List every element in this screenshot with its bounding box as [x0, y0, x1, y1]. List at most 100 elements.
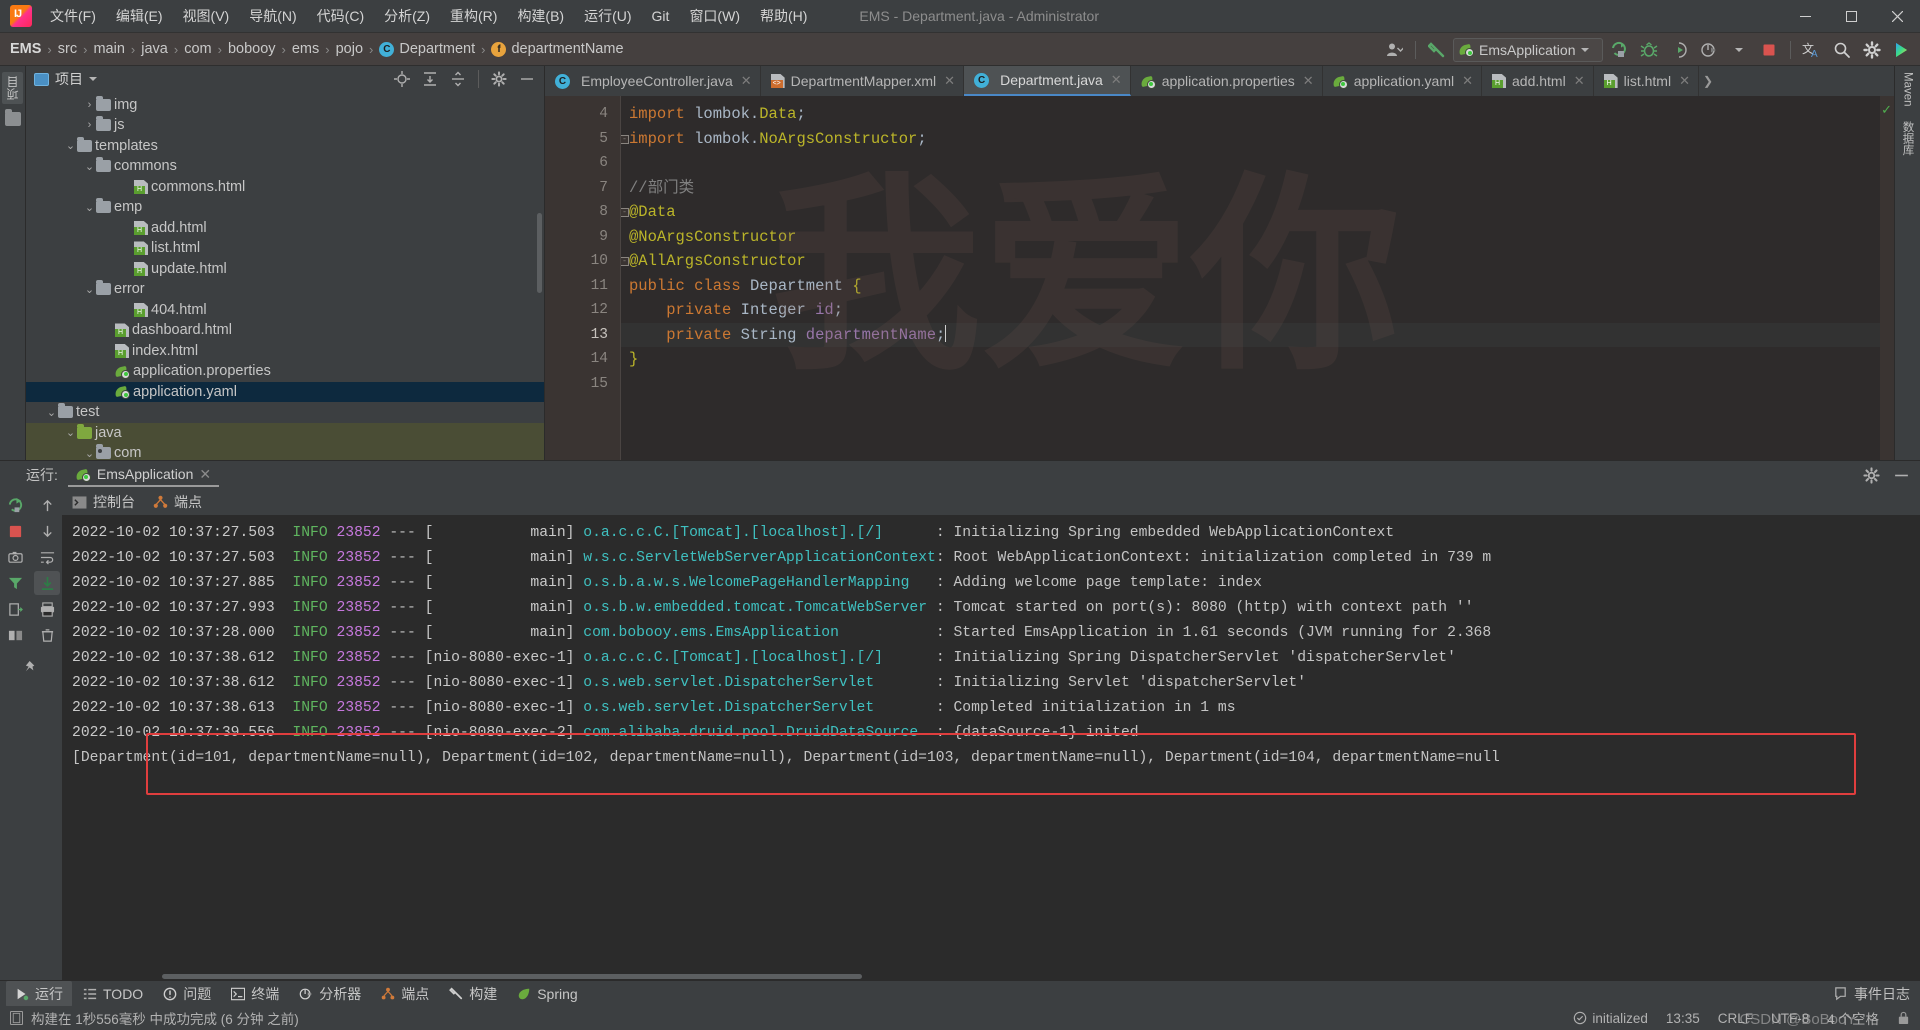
build-hammer-icon[interactable]: [1423, 37, 1451, 63]
close-icon[interactable]: ✕: [1462, 73, 1473, 89]
line-number[interactable]: 7: [545, 176, 620, 201]
run-with-coverage-icon[interactable]: [1665, 37, 1693, 63]
tool-window-run[interactable]: 运行: [6, 980, 72, 1007]
code-line[interactable]: import lombok.NoArgsConstructor;: [621, 127, 1880, 152]
expand-all-icon[interactable]: [417, 68, 443, 90]
console-tab-console[interactable]: 控制台: [72, 492, 135, 512]
rerun-icon[interactable]: [2, 493, 28, 517]
close-icon[interactable]: ✕: [1111, 72, 1122, 88]
code-line[interactable]: //部门类: [621, 176, 1880, 201]
close-icon[interactable]: ✕: [1679, 73, 1690, 89]
line-number[interactable]: 15: [545, 372, 620, 397]
line-number[interactable]: 10-: [545, 249, 629, 274]
menu-refactor[interactable]: 重构(R): [440, 2, 507, 30]
breadcrumb-departmentname[interactable]: f departmentName: [491, 41, 624, 57]
tree-node[interactable]: Hcommons.html: [26, 177, 544, 198]
line-number[interactable]: 12: [545, 298, 620, 323]
editor-tab-bar[interactable]: C EmployeeController.java ✕ <> DepartmentMap…: [545, 66, 1894, 96]
menu-git[interactable]: Git: [642, 4, 680, 28]
tree-node[interactable]: ⌄ error: [26, 279, 544, 300]
tree-node[interactable]: application.yaml: [26, 381, 544, 403]
tree-node[interactable]: ⌄ com: [26, 443, 544, 460]
close-icon[interactable]: ✕: [199, 466, 211, 483]
console-horizontal-scrollbar[interactable]: [62, 973, 1920, 980]
tool-window-terminal[interactable]: 终端: [222, 981, 288, 1007]
tree-node[interactable]: H 404.html: [26, 300, 544, 321]
code-line[interactable]: private Integer id;: [621, 298, 1880, 323]
tool-window-build[interactable]: 构建: [440, 981, 506, 1007]
code-line[interactable]: }: [621, 347, 1880, 372]
menu-build[interactable]: 构建(B): [507, 2, 574, 30]
stop-icon[interactable]: [1755, 37, 1783, 63]
breadcrumb-src[interactable]: src: [58, 41, 77, 57]
breadcrumb-department[interactable]: C Department: [379, 41, 475, 57]
chevron-down-icon[interactable]: ⌄: [83, 447, 96, 460]
status-indent[interactable]: 4 个空格: [1827, 1008, 1879, 1028]
line-number[interactable]: 6: [545, 151, 620, 176]
tree-node[interactable]: Hindex.html: [26, 341, 544, 362]
tree-node[interactable]: Hadd.html: [26, 218, 544, 239]
tree-node[interactable]: ⌄ test: [26, 402, 544, 423]
breadcrumb-pojo[interactable]: pojo: [336, 41, 363, 57]
code-line[interactable]: @AllArgsConstructor: [621, 249, 1880, 274]
menu-navigate[interactable]: 导航(N): [239, 2, 306, 30]
tool-window-problems[interactable]: 问题: [154, 981, 220, 1007]
close-icon[interactable]: ✕: [741, 73, 752, 89]
hide-panel-icon[interactable]: [514, 68, 540, 90]
filter-icon[interactable]: [2, 571, 28, 595]
maximize-button[interactable]: [1828, 0, 1874, 33]
tree-node[interactable]: Hlist.html: [26, 238, 544, 259]
trash-icon[interactable]: [34, 623, 60, 647]
chevron-down-icon[interactable]: ⌄: [45, 406, 58, 419]
breadcrumb-com[interactable]: com: [184, 41, 211, 57]
editor-tab[interactable]: C Department.java ✕: [964, 66, 1131, 96]
plugin-icon[interactable]: [1888, 37, 1916, 63]
collapse-all-icon[interactable]: [445, 68, 471, 90]
chevron-right-icon[interactable]: ›: [83, 99, 96, 111]
minimize-button[interactable]: [1782, 0, 1828, 33]
settings-icon[interactable]: [1858, 37, 1886, 63]
print-icon[interactable]: [34, 597, 60, 621]
tree-node[interactable]: Hdashboard.html: [26, 320, 544, 341]
close-icon[interactable]: ✕: [1303, 73, 1314, 89]
breadcrumb-project[interactable]: EMS: [10, 41, 41, 57]
menu-window[interactable]: 窗口(W): [679, 2, 750, 30]
console-tab-bar[interactable]: 控制台 端点: [62, 489, 1920, 515]
scroll-up-icon[interactable]: [34, 493, 60, 517]
editor-tab[interactable]: application.properties ✕: [1131, 66, 1323, 96]
pin-icon[interactable]: [18, 655, 44, 679]
console-tab-endpoints[interactable]: 端点: [153, 492, 202, 512]
settings-icon[interactable]: [486, 68, 512, 90]
tree-node[interactable]: ⌄ emp: [26, 197, 544, 218]
tool-window-tab-project[interactable]: 项目: [2, 72, 23, 104]
chevron-down-icon[interactable]: ⌄: [83, 201, 96, 214]
breadcrumb-main[interactable]: main: [93, 41, 124, 57]
tree-node[interactable]: Hupdate.html: [26, 259, 544, 280]
close-icon[interactable]: ✕: [1574, 73, 1585, 89]
code-line[interactable]: public class Department {: [621, 274, 1880, 299]
line-number[interactable]: 4: [545, 102, 620, 127]
chevron-down-icon[interactable]: ⌄: [64, 426, 77, 439]
menu-view[interactable]: 视图(V): [173, 2, 240, 30]
translate-icon[interactable]: 文A: [1798, 37, 1826, 63]
menu-analyze[interactable]: 分析(Z): [374, 2, 440, 30]
search-everywhere-icon[interactable]: [1828, 37, 1856, 63]
code-content[interactable]: 我爱你 import lombok.Data; import lombok.NoA…: [620, 96, 1880, 460]
close-button[interactable]: [1874, 0, 1920, 33]
run-tab-emsapplication[interactable]: EmsApplication ✕: [67, 464, 220, 487]
menu-run[interactable]: 运行(U): [574, 2, 641, 30]
chevron-right-icon[interactable]: ›: [83, 119, 96, 131]
code-line[interactable]: import lombok.Data;: [621, 102, 1880, 127]
export-icon[interactable]: [2, 597, 28, 621]
hide-panel-icon[interactable]: [1888, 464, 1914, 486]
camera-icon[interactable]: [2, 545, 28, 569]
code-line[interactable]: private String departmentName;: [621, 322, 1880, 347]
tree-node[interactable]: › js: [26, 115, 544, 136]
run-icon[interactable]: [1605, 37, 1633, 63]
code-line[interactable]: [621, 372, 1880, 397]
code-line[interactable]: @NoArgsConstructor: [621, 225, 1880, 250]
line-number[interactable]: 5-: [545, 127, 629, 152]
chevron-down-icon[interactable]: [1725, 37, 1753, 63]
close-icon[interactable]: ✕: [944, 73, 955, 89]
menu-file[interactable]: 文件(F): [40, 2, 106, 30]
